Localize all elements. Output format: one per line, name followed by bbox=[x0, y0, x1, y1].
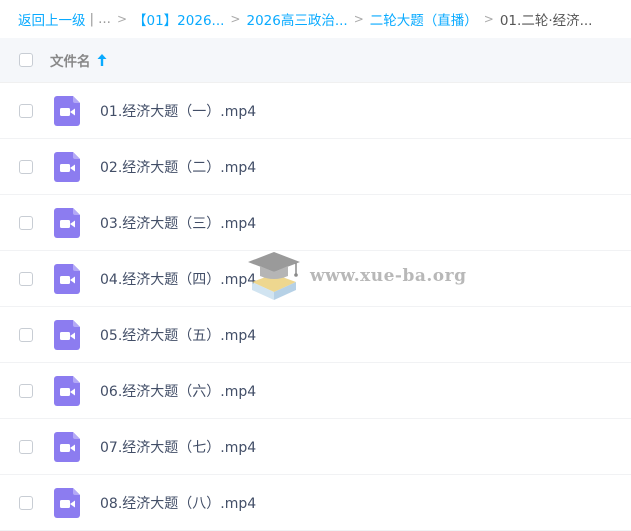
breadcrumb: 返回上一级 | ... > 【01】2026... > 2026高三政治... … bbox=[0, 0, 631, 38]
column-header-filename[interactable]: 文件名 bbox=[50, 50, 91, 70]
file-row[interactable]: 08.经济大题（八）.mp4 bbox=[0, 475, 631, 531]
video-file-icon bbox=[54, 319, 80, 350]
video-file-icon bbox=[54, 375, 80, 406]
row-checkbox[interactable] bbox=[19, 271, 33, 286]
file-name[interactable]: 01.经济大题（一）.mp4 bbox=[100, 101, 256, 121]
chevron-right-icon: > bbox=[116, 12, 127, 26]
file-row[interactable]: 03.经济大题（三）.mp4 bbox=[0, 195, 631, 251]
file-row[interactable]: 05.经济大题（五）.mp4 bbox=[0, 307, 631, 363]
video-file-icon bbox=[54, 263, 80, 294]
chevron-right-icon: > bbox=[353, 12, 364, 26]
file-row[interactable]: 02.经济大题（二）.mp4 bbox=[0, 139, 631, 195]
video-file-icon bbox=[54, 487, 80, 518]
row-checkbox[interactable] bbox=[19, 327, 33, 342]
file-row[interactable]: 01.经济大题（一）.mp4 bbox=[0, 83, 631, 139]
row-checkbox[interactable] bbox=[19, 383, 33, 398]
file-name[interactable]: 02.经济大题（二）.mp4 bbox=[100, 157, 256, 177]
select-all-checkbox[interactable] bbox=[19, 53, 33, 67]
breadcrumb-item-1[interactable]: 【01】2026... bbox=[133, 9, 224, 29]
file-name[interactable]: 08.经济大题（八）.mp4 bbox=[100, 493, 256, 513]
video-file-icon bbox=[54, 151, 80, 182]
file-name[interactable]: 04.经济大题（四）.mp4 bbox=[100, 269, 256, 289]
file-row[interactable]: 04.经济大题（四）.mp4 bbox=[0, 251, 631, 307]
arrow-up-icon[interactable] bbox=[97, 54, 107, 66]
video-file-icon bbox=[54, 95, 80, 126]
row-checkbox[interactable] bbox=[19, 215, 33, 230]
row-checkbox[interactable] bbox=[19, 103, 33, 118]
chevron-right-icon: > bbox=[230, 12, 241, 26]
breadcrumb-current: 01.二轮·经济... bbox=[499, 13, 593, 29]
file-name[interactable]: 05.经济大题（五）.mp4 bbox=[100, 325, 256, 345]
back-link[interactable]: 返回上一级 bbox=[18, 9, 86, 29]
breadcrumb-item-2[interactable]: 2026高三政治... bbox=[246, 9, 347, 29]
file-name[interactable]: 07.经济大题（七）.mp4 bbox=[100, 437, 256, 457]
row-checkbox[interactable] bbox=[19, 159, 33, 174]
chevron-right-icon: > bbox=[483, 12, 494, 26]
file-list-header: 文件名 bbox=[0, 38, 631, 83]
file-name[interactable]: 06.经济大题（六）.mp4 bbox=[100, 381, 256, 401]
row-checkbox[interactable] bbox=[19, 495, 33, 510]
file-row[interactable]: 07.经济大题（七）.mp4 bbox=[0, 419, 631, 475]
breadcrumb-divider: | bbox=[89, 11, 95, 27]
file-name[interactable]: 03.经济大题（三）.mp4 bbox=[100, 213, 256, 233]
row-checkbox[interactable] bbox=[19, 439, 33, 454]
breadcrumb-item-3[interactable]: 二轮大题（直播） bbox=[370, 9, 478, 29]
video-file-icon bbox=[54, 207, 80, 238]
breadcrumb-ellipsis[interactable]: ... bbox=[98, 11, 111, 27]
file-row[interactable]: 06.经济大题（六）.mp4 bbox=[0, 363, 631, 419]
file-list: 01.经济大题（一）.mp4 02.经济大题（二）.mp4 03.经济大题（三）… bbox=[0, 83, 631, 531]
video-file-icon bbox=[54, 431, 80, 462]
